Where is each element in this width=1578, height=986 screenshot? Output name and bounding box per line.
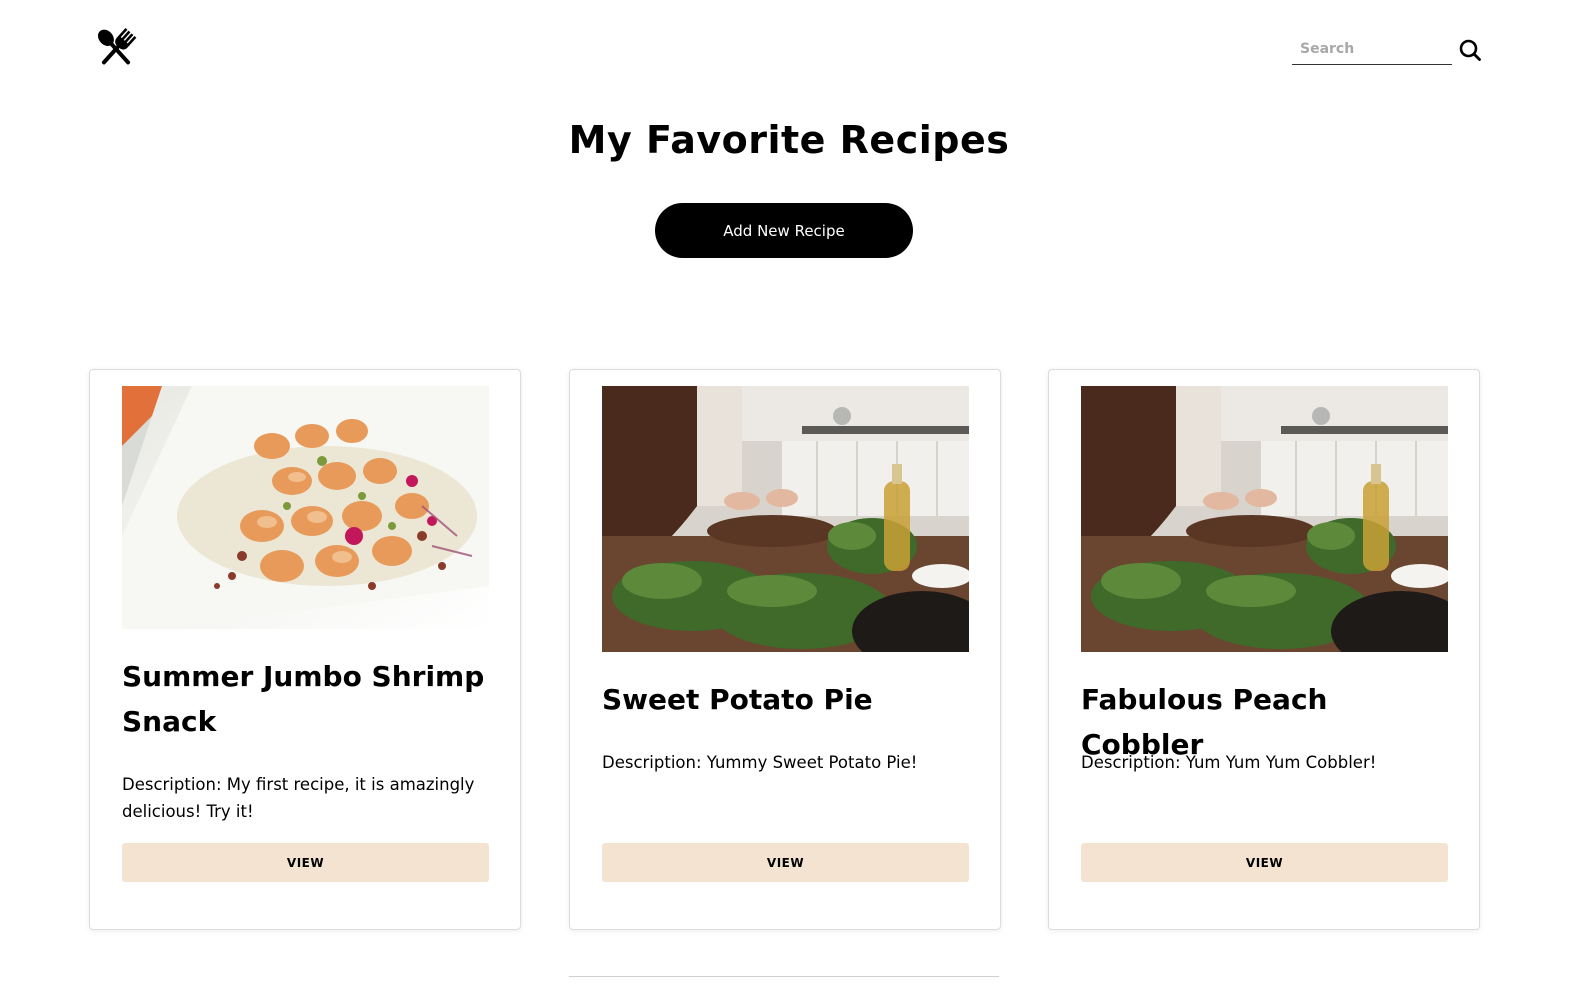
next-recipe-card-edge xyxy=(569,976,999,986)
search-bar xyxy=(1292,34,1482,66)
recipe-card: Sweet Potato Pie Description: Yummy Swee… xyxy=(569,369,1001,930)
recipe-description: Description: Yum Yum Yum Cobbler! xyxy=(1081,753,1377,772)
search-input[interactable] xyxy=(1292,34,1452,65)
utensils-logo-icon[interactable] xyxy=(90,26,142,72)
recipe-image-shrimp[interactable] xyxy=(122,386,489,629)
recipe-title: Sweet Potato Pie xyxy=(602,683,873,716)
recipe-description: Description: My first recipe, it is amaz… xyxy=(122,775,475,821)
view-recipe-button[interactable]: VIEW xyxy=(122,843,489,882)
view-recipe-button[interactable]: VIEW xyxy=(1081,843,1448,882)
page-title: My Favorite Recipes xyxy=(568,118,1010,162)
view-recipe-button[interactable]: VIEW xyxy=(602,843,969,882)
recipe-card: Summer Jumbo Shrimp Snack Description: M… xyxy=(89,369,521,930)
recipe-description: Description: Yummy Sweet Potato Pie! xyxy=(602,753,918,772)
recipe-title: Summer Jumbo Shrimp Snack xyxy=(122,660,485,738)
recipe-card: Fabulous Peach Cobbler Description: Yum … xyxy=(1048,369,1480,930)
recipe-image-kitchen[interactable] xyxy=(602,386,969,652)
recipe-image-kitchen[interactable] xyxy=(1081,386,1448,652)
add-new-recipe-button[interactable]: Add New Recipe xyxy=(655,203,913,258)
search-icon[interactable] xyxy=(1458,38,1482,62)
